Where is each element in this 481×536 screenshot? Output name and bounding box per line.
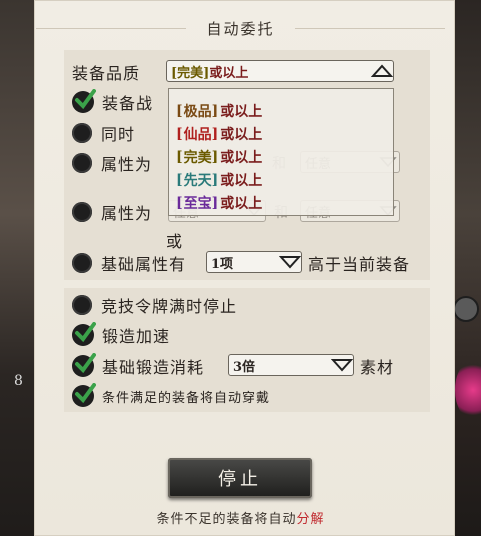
same-time-row[interactable]: 同时: [72, 121, 135, 145]
background-right: [453, 0, 481, 536]
footer-note: 条件不足的装备将自动分解: [156, 512, 325, 527]
checkbox-checked-icon[interactable]: [72, 89, 96, 113]
chevron-down-icon: [279, 254, 301, 270]
dropdown-item[interactable]: [仙品] 或以上: [175, 124, 262, 144]
base-attribute-count-select[interactable]: 1项: [206, 251, 302, 273]
dropdown-item[interactable]: [极品] 或以上: [175, 101, 262, 121]
quality-label: 装备品质: [72, 64, 141, 83]
checkbox-checked-icon[interactable]: [72, 322, 96, 346]
chevron-up-icon: [371, 63, 393, 79]
checkbox-checked-icon[interactable]: [72, 353, 96, 377]
material-label: 素材: [360, 358, 395, 377]
quality-row: 装备品质: [72, 60, 140, 84]
dropdown-item[interactable]: [至宝] 或以上: [175, 193, 262, 213]
left-number: 8: [14, 373, 23, 389]
checkbox-unchecked-icon[interactable]: [72, 295, 92, 315]
checkbox-unchecked-icon[interactable]: [72, 202, 92, 222]
checkbox-unchecked-icon[interactable]: [72, 123, 92, 143]
base-forge-multiplier-select[interactable]: 3倍: [228, 354, 354, 376]
dropdown-item-tag: [: [176, 103, 183, 119]
base-forge-row[interactable]: 基础锻造消耗: [72, 353, 204, 378]
equip-war-row[interactable]: 装备战: [72, 89, 153, 114]
forge-speed-row[interactable]: 锻造加速: [72, 322, 170, 347]
arena-stop-row[interactable]: 竞技令牌满时停止: [72, 293, 237, 317]
stop-button[interactable]: 停止: [168, 458, 312, 498]
attribute-row-1[interactable]: 属性为: [72, 151, 152, 175]
title-divider-right: [295, 28, 445, 29]
base-attribute-row[interactable]: 基础属性有: [72, 251, 186, 275]
chevron-down-icon: [331, 357, 353, 373]
base-attribute-suffix: 高于当前装备: [308, 255, 411, 274]
background-left: 8: [0, 0, 34, 536]
auto-wear-row[interactable]: 条件满足的装备将自动穿戴: [72, 383, 270, 408]
quality-select[interactable]: [完美]或以上: [166, 60, 394, 82]
gear-icon[interactable]: [453, 296, 479, 322]
orb-icon: [455, 360, 481, 420]
checkbox-checked-icon[interactable]: [72, 383, 96, 407]
quality-select-value: [完美]或以上: [171, 65, 249, 81]
dropdown-item[interactable]: [完美] 或以上: [175, 147, 262, 167]
quality-dropdown-list[interactable]: [极品] 或以上 [仙品] 或以上 [完美] 或以上 [先天] 或以上 [至宝] 或以上: [168, 88, 394, 216]
attribute-row-2[interactable]: 属性为: [72, 200, 152, 224]
checkbox-unchecked-icon[interactable]: [72, 253, 92, 273]
or-label: 或: [166, 232, 183, 251]
dropdown-item[interactable]: [先天] 或以上: [175, 170, 262, 190]
checkbox-unchecked-icon[interactable]: [72, 153, 92, 173]
